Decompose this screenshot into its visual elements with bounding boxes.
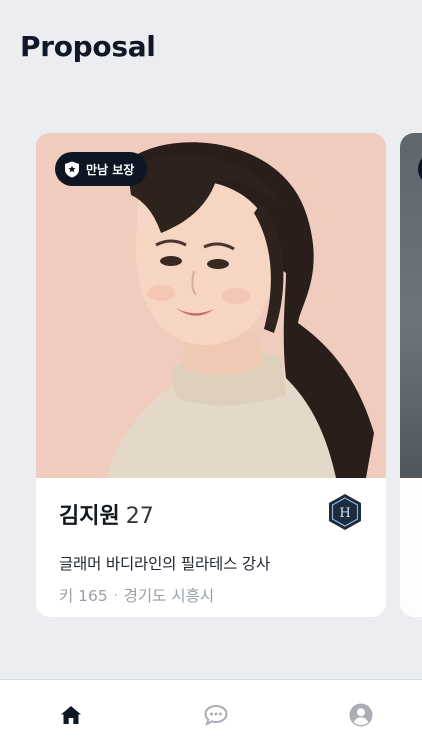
meeting-guarantee-badge: 만남 보장: [55, 152, 148, 186]
profile-meta: 키 165 · 경기도 시흥시: [59, 584, 363, 606]
profile-photo: 만남 보장: [36, 133, 386, 478]
profile-height: 키 165: [59, 587, 108, 605]
profile-icon: [349, 703, 373, 727]
chat-icon: [204, 704, 228, 726]
shield-star-icon: [65, 161, 79, 177]
profile-location: 경기도 시흥시: [123, 587, 215, 605]
badge-label: 만남 보장: [86, 162, 135, 177]
nav-profile[interactable]: [348, 702, 374, 728]
grade-letter: H: [339, 506, 350, 521]
profile-info: 김지원 27 글래머 바디라인의 필라테스 강사 키 165 · 경기도 시흥시: [59, 498, 363, 606]
page-title: Proposal: [20, 30, 156, 63]
profile-card[interactable]: 만남 보장 김지원 27 글래머 바디라인의 필라테스 강사 키 165 · 경…: [36, 133, 386, 617]
profile-intro: 글래머 바디라인의 필라테스 강사: [59, 555, 271, 573]
profile-age: 27: [125, 504, 154, 529]
next-profile-card[interactable]: [400, 133, 422, 617]
name-row: 김지원 27: [59, 498, 363, 530]
bottom-nav: [0, 679, 422, 750]
next-profile-photo: [400, 133, 422, 478]
profile-name: 김지원: [59, 504, 120, 529]
proposal-screen: Proposal 만남 보장 김지원 27 글래머 바디라인의 필라테스 강사 …: [0, 0, 422, 750]
nav-home[interactable]: [58, 702, 84, 728]
nav-chat[interactable]: [203, 702, 229, 728]
home-icon: [61, 706, 81, 724]
meta-separator: ·: [113, 588, 118, 602]
grade-hex-icon: H: [329, 494, 361, 530]
